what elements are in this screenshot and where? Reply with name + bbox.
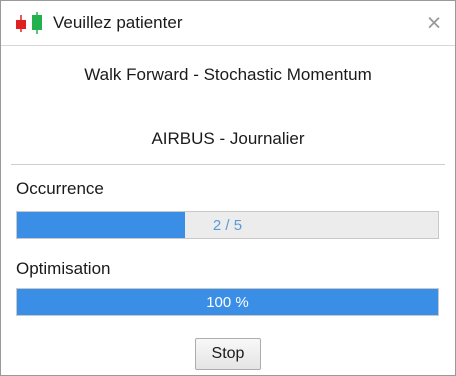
wait-dialog: Veuillez patienter × Walk Forward - Stoc…	[0, 0, 456, 376]
window-title: Veuillez patienter	[53, 13, 183, 32]
occurrence-label: Occurrence	[16, 179, 104, 198]
stop-button[interactable]: Stop	[195, 338, 261, 370]
strategy-line: Walk Forward - Stochastic Momentum	[84, 65, 372, 84]
occurrence-progress-text: 2 / 5	[212, 216, 243, 234]
divider	[11, 164, 445, 165]
optimisation-progress-bar: 100 %	[16, 288, 439, 316]
instrument-line: AIRBUS - Journalier	[151, 129, 305, 148]
optimisation-progress-text: 100 %	[206, 293, 249, 311]
optimisation-label: Optimisation	[16, 259, 111, 278]
occurrence-progress-bar: 2 / 5	[16, 211, 439, 239]
title-bar[interactable]: Veuillez patienter ×	[1, 1, 455, 46]
candlestick-chart-icon	[16, 12, 42, 34]
close-icon[interactable]: ×	[421, 9, 447, 37]
